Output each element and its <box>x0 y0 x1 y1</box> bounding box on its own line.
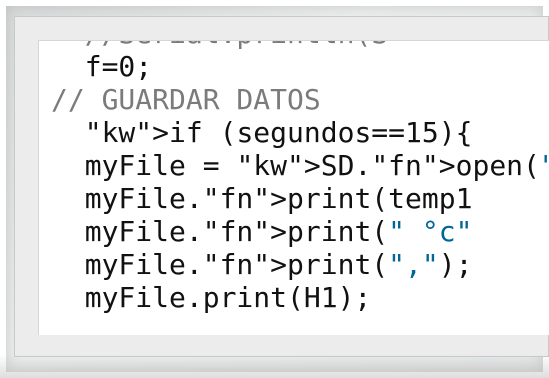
code-line-8-text: myFile."fn">print(","); <box>51 248 473 281</box>
code-line-1: //Serial.println(S <box>51 41 549 50</box>
code-line-5: myFile = "kw">SD."fn">open(" <box>51 149 549 182</box>
code-block: //Serial.println(S f=0;// GUARDAR DATOS … <box>51 41 549 314</box>
bottom-shadow <box>0 354 549 378</box>
code-line-7-text: myFile."fn">print(" °c" <box>51 215 473 248</box>
code-line-8: myFile."fn">print(","); <box>51 248 549 281</box>
code-line-4: "kw">if (segundos==15){ <box>51 116 549 149</box>
code-line-6-text: myFile."fn">print(temp1 <box>51 182 473 215</box>
code-line-9: myFile.print(H1); <box>51 281 372 314</box>
code-line-5-text: myFile = "kw">SD."fn">open(" <box>51 149 549 182</box>
screenshot-frame: //Serial.println(S f=0;// GUARDAR DATOS … <box>0 0 549 378</box>
code-line-7: myFile."fn">print(" °c" <box>51 215 549 248</box>
code-line-4-text: "kw">if (segundos==15){ <box>84 116 473 149</box>
code-line-3: // GUARDAR DATOS <box>51 83 321 116</box>
code-line-2: f=0; <box>51 50 153 83</box>
code-editor-panel[interactable]: //Serial.println(S f=0;// GUARDAR DATOS … <box>38 40 549 335</box>
code-line-6: myFile."fn">print(temp1 <box>51 182 549 215</box>
